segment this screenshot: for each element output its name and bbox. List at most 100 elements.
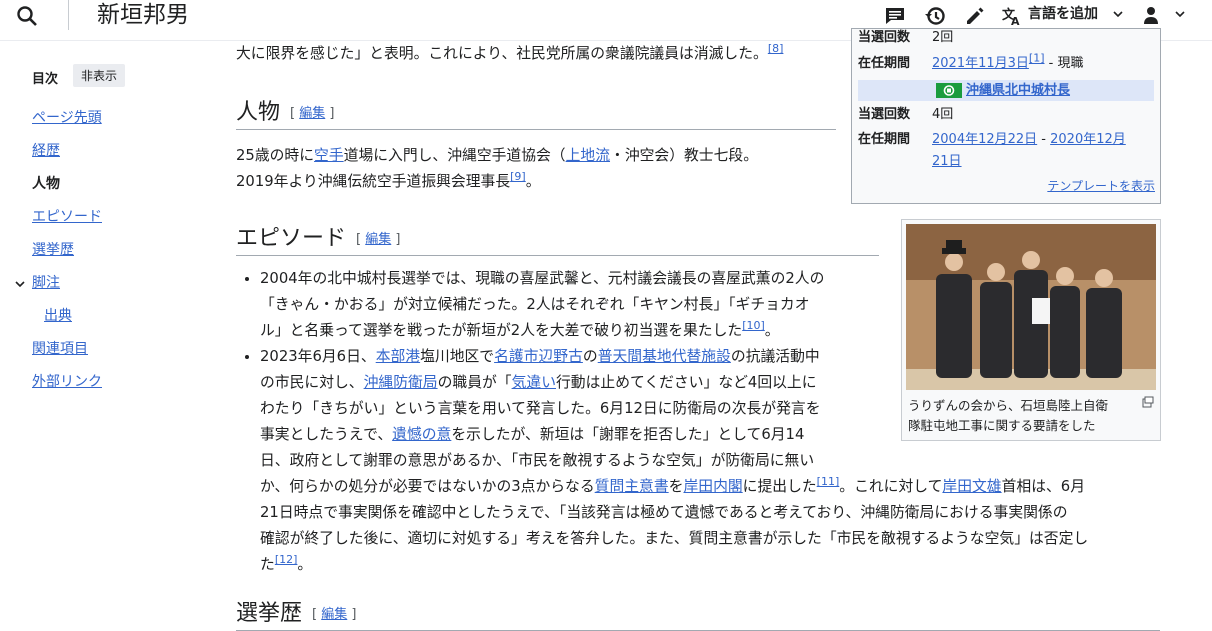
text: 2023年6月6日、 xyxy=(260,348,376,365)
citation-ref[interactable]: [9] xyxy=(510,170,526,183)
paragraph: 25歳の時に空手道場に入門し、沖縄空手道協会（上地流・沖空会）教士七段。 2019… xyxy=(236,143,836,195)
search-icon[interactable] xyxy=(16,5,38,27)
link-uechi-ryu[interactable]: 上地流 xyxy=(566,147,610,164)
infobox: 当選回数 2回 在任期間 2021年11月3日[1] - 現職 沖縄県北中城村長… xyxy=(851,28,1161,204)
infobox-value: 2回 xyxy=(932,30,954,45)
chevron-down-icon[interactable] xyxy=(1174,8,1186,20)
text: わたり「きちがい」という言葉を用いて発言した。6月12日に防衛局の次長が発言を xyxy=(260,400,821,417)
toc-item-person[interactable]: 人物 xyxy=(32,174,60,194)
term-start-link[interactable]: 2021年11月3日 xyxy=(932,56,1029,71)
infobox-value: 2021年11月3日[1] - 現職 xyxy=(932,53,1154,75)
citation-ref[interactable]: [10] xyxy=(742,319,765,332)
text: ル」と名乗って選挙を戦ったが新垣が2人を大差で破り初当選を果たした xyxy=(260,322,743,339)
text: 。 xyxy=(525,173,541,190)
text: の xyxy=(582,348,598,365)
village-emblem-icon xyxy=(936,83,962,98)
date-separator: - xyxy=(1037,132,1051,147)
link-written-question[interactable]: 質問主意書 xyxy=(595,478,669,495)
office-header: 沖縄県北中城村長 xyxy=(858,80,1154,101)
text: を xyxy=(668,478,684,495)
infobox-value: 2004年12月22日 - 2020年12月 21日 xyxy=(932,129,1154,173)
link-okinawa-defense-bureau[interactable]: 沖縄防衛局 xyxy=(364,374,438,391)
edit-link[interactable]: 編集 xyxy=(321,607,347,622)
user-menu-icon[interactable] xyxy=(1140,5,1162,27)
edit-section: [ 編集 ] xyxy=(290,106,335,121)
edit-section: [ 編集 ] xyxy=(356,232,401,247)
term-end-link[interactable]: 21日 xyxy=(932,154,962,169)
text: 日、政府として謝罪の意思があるか、「市民を敵視するような空気」が防衛局に無い xyxy=(260,452,815,469)
citation-ref[interactable]: [11] xyxy=(817,475,840,488)
toc-title: 目次 xyxy=(32,72,59,87)
text: の職員が「 xyxy=(437,374,512,391)
text: 「きゃん・かおる」が対立候補だった。2人はそれぞれ「キヤン村長」「ギチョカオ xyxy=(260,296,810,313)
term-current: - 現職 xyxy=(1044,56,1084,71)
infobox-label: 在任期間 xyxy=(858,132,911,147)
link-kishida-fumio[interactable]: 岸田文雄 xyxy=(942,478,1001,495)
template-link[interactable]: テンプレートを表示 xyxy=(1047,177,1155,194)
term-end-link[interactable]: 2020年12月 xyxy=(1050,132,1126,147)
heading-text: 選挙歴 xyxy=(236,601,303,626)
toc-item-sources[interactable]: 出典 xyxy=(44,306,72,326)
text: 行動は止めてください」など4回以上に xyxy=(556,374,817,391)
paragraph-text: 大に限界を感じた」と表明。これにより、社民党所属の衆議院議員は消滅した。 xyxy=(236,45,768,62)
text: の市民に対し、 xyxy=(260,374,364,391)
toc-item-external-links[interactable]: 外部リンク xyxy=(32,372,102,392)
text: の抗議活動中 xyxy=(730,348,820,365)
citation-ref[interactable]: [12] xyxy=(275,553,298,566)
link-kishida-cabinet[interactable]: 岸田内閣 xyxy=(683,478,742,495)
edit-pencil-icon[interactable] xyxy=(964,5,986,27)
infobox-value: 4回 xyxy=(932,107,954,122)
page-title: 新垣邦男 xyxy=(97,2,189,28)
toc-hide-button[interactable]: 非表示 xyxy=(73,64,126,87)
text: に提出した xyxy=(742,478,817,495)
text: 事実としたうえで、 xyxy=(260,426,393,443)
talk-icon[interactable] xyxy=(884,5,906,27)
history-icon[interactable] xyxy=(924,5,946,27)
text: か、何らかの処分が必要ではないかの3点からなる xyxy=(260,478,595,495)
citation-ref[interactable]: [1] xyxy=(1029,52,1045,65)
infobox-label: 在任期間 xyxy=(858,56,911,71)
text: 。これに対して xyxy=(839,478,943,495)
edit-link[interactable]: 編集 xyxy=(299,106,325,121)
text: 道場に入門し、沖縄空手道協会（ xyxy=(343,147,566,164)
chevron-down-icon[interactable] xyxy=(1112,8,1124,20)
link-motobu-port[interactable]: 本部港 xyxy=(376,348,420,365)
toc-item-notes[interactable]: 脚注 xyxy=(32,273,60,293)
link-regret[interactable]: 遺憾の意 xyxy=(392,426,451,443)
toc-item-career[interactable]: 経歴 xyxy=(32,141,60,161)
edit-link[interactable]: 編集 xyxy=(365,232,391,247)
infobox-label: 当選回数 xyxy=(858,107,911,122)
text: た xyxy=(260,556,275,573)
link-futenma-replacement[interactable]: 普天間基地代替施設 xyxy=(598,348,731,365)
infobox-label: 当選回数 xyxy=(858,30,911,45)
text: 確認が終了した後に、適切に対処する」考えを答弁した。また、質問主意書が示した「市… xyxy=(260,530,1089,547)
text: 2019年より沖縄伝統空手道振興会理事長 xyxy=(236,173,511,190)
link-kichigai[interactable]: 気違い xyxy=(512,374,556,391)
text: 首相は、6月 xyxy=(1001,478,1086,495)
toc-item-related[interactable]: 関連項目 xyxy=(32,339,88,359)
citation-ref[interactable]: [8] xyxy=(768,42,784,55)
text: 25歳の時に xyxy=(236,147,315,164)
chevron-down-icon[interactable] xyxy=(14,278,26,290)
toc-item-election[interactable]: 選挙歴 xyxy=(32,240,74,260)
svg-text:A: A xyxy=(1011,15,1020,26)
section-heading-election: 選挙歴 [ 編集 ] xyxy=(236,599,1160,631)
heading-text: 人物 xyxy=(236,100,281,125)
toc-item-episode[interactable]: エピソード xyxy=(32,207,102,227)
section-heading-person: 人物 [ 編集 ] xyxy=(236,98,836,130)
term-start-link[interactable]: 2004年12月22日 xyxy=(932,132,1037,147)
list-item: 2023年6月6日、本部港塩川地区で名護市辺野古の普天間基地代替施設の抗議活動中… xyxy=(260,344,1176,578)
text: 2004年の北中城村長選挙では、現職の喜屋武馨と、元村議会議長の喜屋武薫の2人の xyxy=(260,270,825,287)
add-language-button[interactable]: 言語を追加 xyxy=(1028,4,1098,24)
text: 21日時点で事実関係を確認中としたうえで、「当該発言は極めて遺憾であると考えてお… xyxy=(260,504,1068,521)
section-heading-episode: エピソード [ 編集 ] xyxy=(236,224,879,256)
paragraph: 大に限界を感じた」と表明。これにより、社民党所属の衆議院議員は消滅した。[8] xyxy=(236,41,783,67)
episode-list: 2004年の北中城村長選挙では、現職の喜屋武馨と、元村議会議長の喜屋武薫の2人の… xyxy=(244,266,1176,578)
language-icon[interactable]: 文 A xyxy=(1002,6,1022,26)
office-link[interactable]: 沖縄県北中城村長 xyxy=(966,80,1070,101)
toc-item-top[interactable]: ページ先頭 xyxy=(32,108,102,128)
header-separator xyxy=(68,0,69,30)
text: 塩川地区で xyxy=(420,348,495,365)
link-henoko[interactable]: 名護市辺野古 xyxy=(494,348,583,365)
link-karate[interactable]: 空手 xyxy=(314,147,344,164)
